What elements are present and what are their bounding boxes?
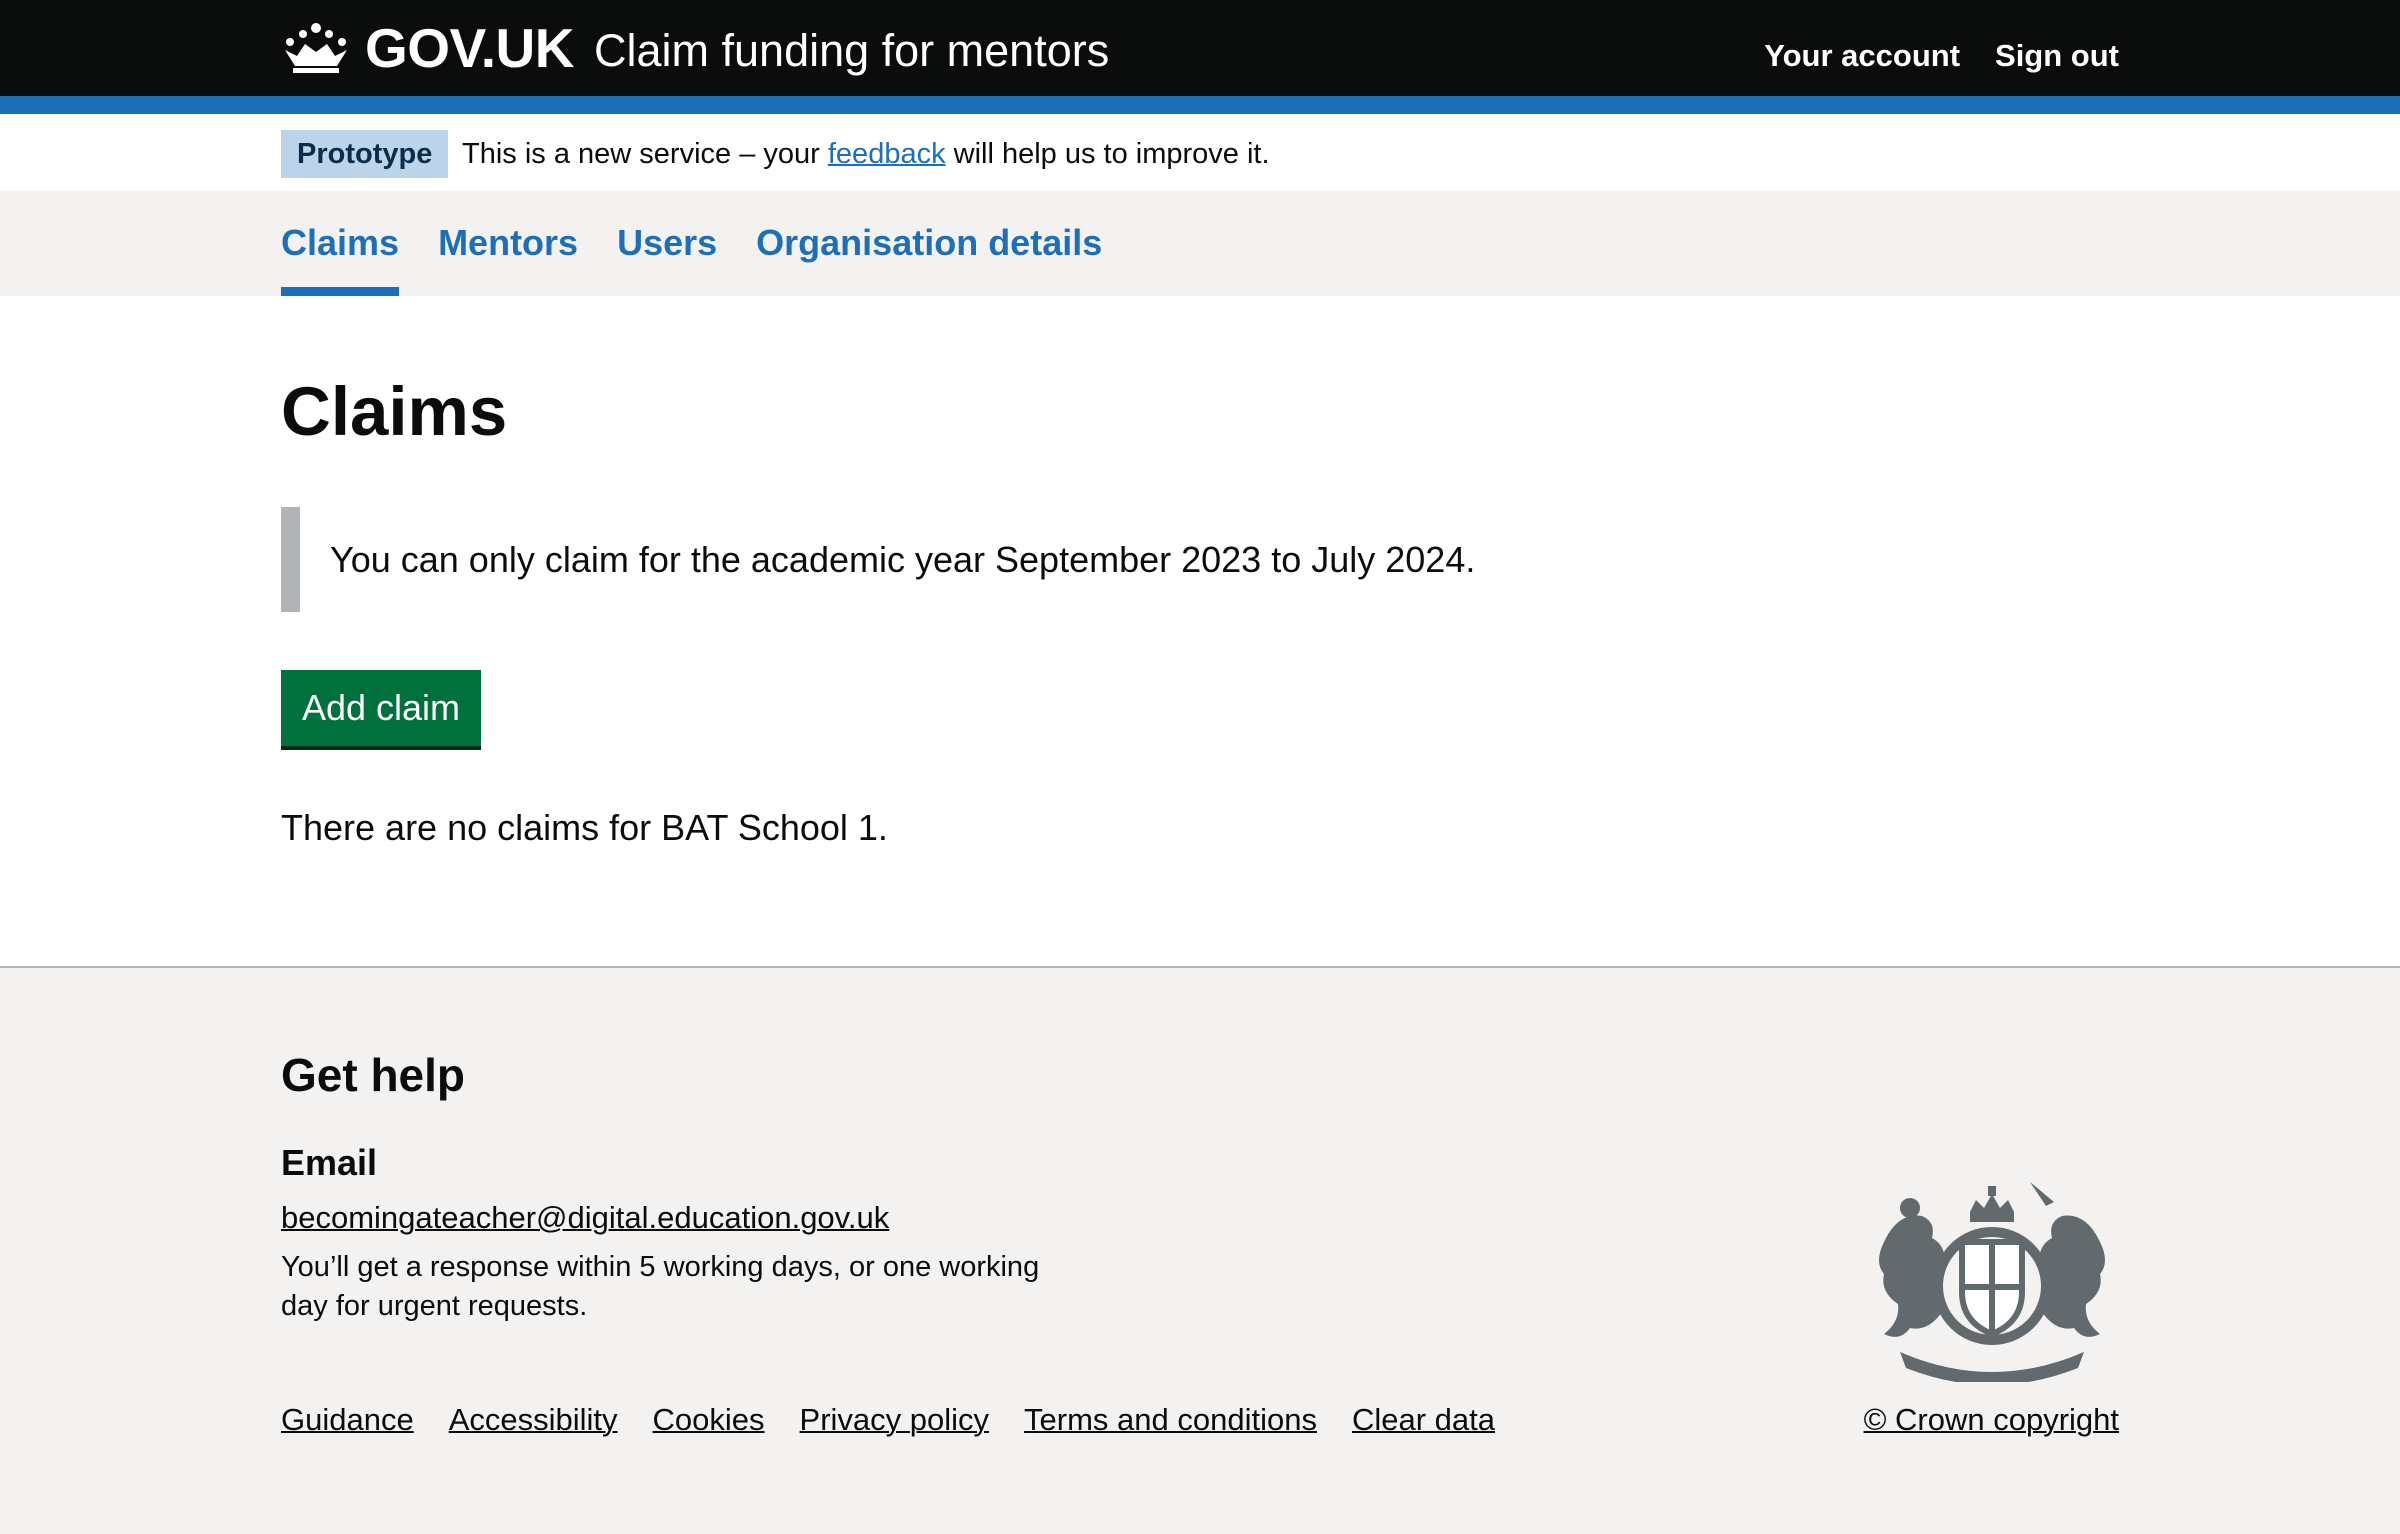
crown-copyright-link[interactable]: © Crown copyright [1864, 1402, 2119, 1438]
footer-link-cookies[interactable]: Cookies [653, 1402, 765, 1438]
get-help-heading: Get help [281, 1049, 466, 1101]
no-claims-message: There are no claims for BAT School 1. [281, 807, 888, 848]
nav-item-mentors[interactable]: Mentors [438, 192, 578, 296]
phase-banner-text: This is a new service – your feedback wi… [462, 136, 1270, 172]
phase-text-after: will help us to improve it. [953, 138, 1270, 170]
nav-item-organisation-details[interactable]: Organisation details [756, 192, 1102, 296]
header-blue-stripe [0, 96, 2400, 114]
footer-link-accessibility[interactable]: Accessibility [449, 1402, 618, 1438]
nav-item-claims[interactable]: Claims [281, 192, 400, 296]
add-claim-button[interactable]: Add claim [281, 670, 481, 746]
site-header: GOV.UK Claim funding for mentors Your ac… [0, 0, 2400, 96]
page-title: Claims [281, 373, 508, 450]
sign-out-link[interactable]: Sign out [1995, 38, 2119, 74]
footer-link-terms-and-conditions[interactable]: Terms and conditions [1024, 1402, 1317, 1438]
govuk-logo-link[interactable]: GOV.UK [281, 14, 574, 82]
primary-navigation: Claims Mentors Users Organisation detail… [0, 192, 2400, 296]
response-line-2: day for urgent requests. [281, 1290, 588, 1322]
inset-text: You can only claim for the academic year… [281, 507, 1475, 612]
royal-coat-of-arms-icon [1879, 1182, 2105, 1382]
email-heading: Email [281, 1142, 378, 1183]
phase-banner: Prototype This is a new service – your f… [0, 114, 2400, 192]
site-footer: Get help Email becomingateacher@digital.… [0, 966, 2400, 1534]
footer-link-guidance[interactable]: Guidance [281, 1402, 414, 1438]
response-line-1: You’ll get a response within 5 working d… [281, 1251, 1040, 1283]
crown-icon [285, 23, 347, 73]
inset-message: You can only claim for the academic year… [330, 538, 1476, 580]
footer-link-clear-data[interactable]: Clear data [1352, 1402, 1495, 1438]
footer-links: Guidance Accessibility Cookies Privacy p… [281, 1402, 1495, 1438]
response-time-text: You’ll get a response within 5 working d… [281, 1248, 1081, 1326]
footer-link-privacy-policy[interactable]: Privacy policy [800, 1402, 990, 1438]
service-name-link[interactable]: Claim funding for mentors [594, 24, 1109, 78]
header-account-nav: Your account Sign out [1764, 38, 2119, 74]
phase-text-before: This is a new service – your [462, 138, 820, 170]
support-email-link[interactable]: becomingateacher@digital.education.gov.u… [281, 1200, 889, 1236]
your-account-link[interactable]: Your account [1764, 38, 1960, 74]
logo-text: GOV.UK [365, 17, 574, 79]
nav-item-users[interactable]: Users [617, 192, 717, 296]
feedback-link[interactable]: feedback [828, 138, 946, 170]
phase-tag: Prototype [281, 130, 449, 178]
